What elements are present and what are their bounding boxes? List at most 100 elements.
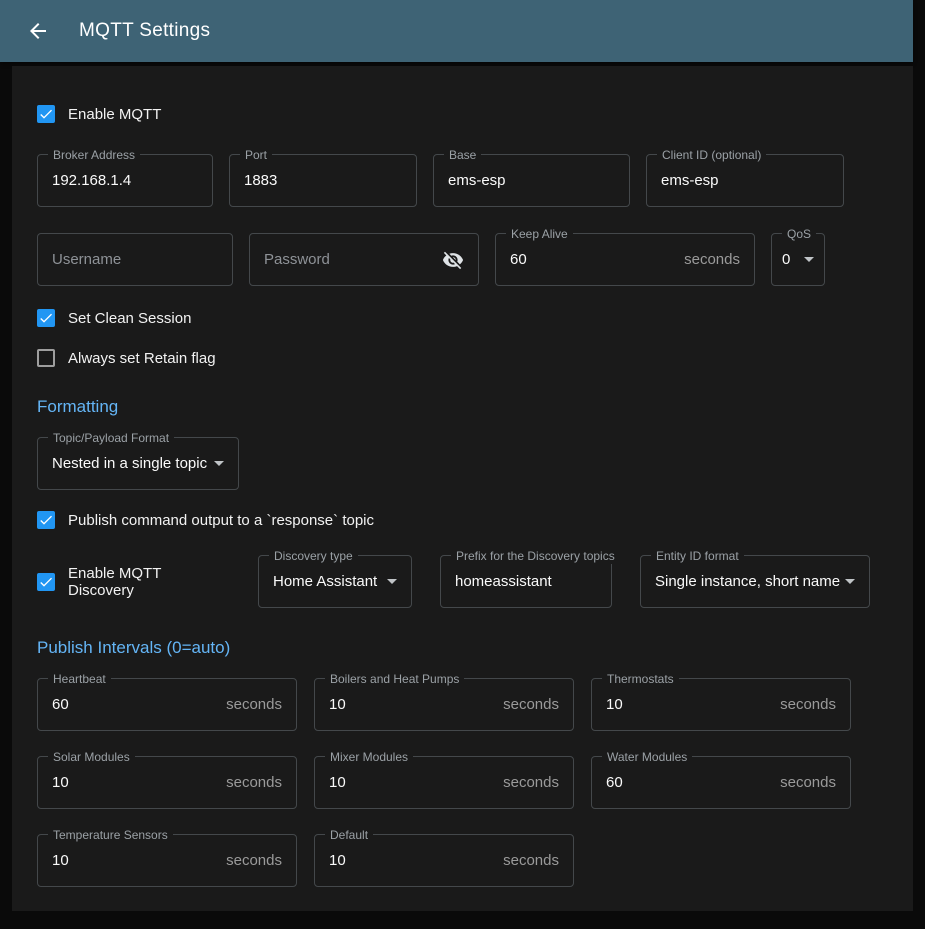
publish-response-row[interactable]: Publish command output to a `response` t… [37, 508, 888, 532]
mqtt-settings-panel: Enable MQTT Broker Address Port Base Cli… [12, 66, 913, 911]
intervals-grid: Heartbeat seconds Boilers and Heat Pumps… [37, 678, 888, 887]
publish-response-checkbox[interactable] [37, 511, 55, 529]
clean-session-label: Set Clean Session [68, 310, 191, 327]
arrow-left-icon [26, 19, 50, 43]
topic-format-label: Topic/Payload Format [48, 430, 174, 446]
check-icon [38, 106, 54, 122]
base-field: Base [433, 154, 630, 207]
discovery-enable-checkbox[interactable] [37, 573, 55, 591]
caret-down-icon [845, 579, 855, 584]
check-icon [38, 574, 54, 590]
port-label: Port [240, 147, 272, 163]
username-field [37, 233, 233, 286]
caret-down-icon [387, 579, 397, 584]
client-id-label: Client ID (optional) [657, 147, 766, 163]
password-visibility-button[interactable] [442, 249, 464, 271]
interval-suffix: seconds [503, 774, 559, 791]
interval-suffix: seconds [503, 696, 559, 713]
topic-format-select[interactable]: Topic/Payload Format Nested in a single … [37, 437, 239, 490]
back-button[interactable] [24, 17, 52, 45]
formatting-heading: Formatting [37, 396, 888, 418]
keep-alive-field: Keep Alive seconds [495, 233, 755, 286]
mixer-modules-input[interactable] [329, 774, 495, 791]
temperature-sensors-field: Temperature Sensors seconds [37, 834, 297, 887]
check-icon [38, 310, 54, 326]
boilers-label: Boilers and Heat Pumps [325, 671, 464, 687]
broker-row: Broker Address Port Base Client ID (opti… [37, 154, 888, 207]
discovery-type-label: Discovery type [269, 548, 358, 564]
qos-value: 0 [782, 251, 790, 268]
enable-mqtt-checkbox[interactable] [37, 105, 55, 123]
credentials-row: Keep Alive seconds QoS 0 [37, 233, 888, 286]
default-interval-input[interactable] [329, 852, 495, 869]
base-input[interactable] [448, 172, 615, 189]
enable-mqtt-label: Enable MQTT [68, 106, 161, 123]
boilers-input[interactable] [329, 696, 495, 713]
page-title: MQTT Settings [79, 20, 210, 42]
clean-session-row[interactable]: Set Clean Session [37, 306, 888, 330]
default-interval-label: Default [325, 827, 373, 843]
mixer-modules-label: Mixer Modules [325, 749, 413, 765]
discovery-prefix-input[interactable] [455, 573, 597, 590]
qos-label: QoS [782, 226, 816, 242]
temperature-sensors-input[interactable] [52, 852, 218, 869]
water-modules-label: Water Modules [602, 749, 692, 765]
retain-flag-row[interactable]: Always set Retain flag [37, 346, 888, 370]
interval-suffix: seconds [503, 852, 559, 869]
thermostats-input[interactable] [606, 696, 772, 713]
water-modules-input[interactable] [606, 774, 772, 791]
heartbeat-input[interactable] [52, 696, 218, 713]
discovery-row: Enable MQTT Discovery Discovery type Hom… [37, 555, 888, 608]
keep-alive-label: Keep Alive [506, 226, 573, 242]
temperature-sensors-label: Temperature Sensors [48, 827, 173, 843]
keep-alive-input[interactable] [510, 251, 676, 268]
water-modules-field: Water Modules seconds [591, 756, 851, 809]
heartbeat-label: Heartbeat [48, 671, 111, 687]
boilers-field: Boilers and Heat Pumps seconds [314, 678, 574, 731]
interval-suffix: seconds [226, 852, 282, 869]
broker-address-input[interactable] [52, 172, 198, 189]
interval-suffix: seconds [226, 696, 282, 713]
port-field: Port [229, 154, 417, 207]
discovery-type-select[interactable]: Discovery type Home Assistant [258, 555, 412, 608]
interval-suffix: seconds [780, 696, 836, 713]
solar-modules-field: Solar Modules seconds [37, 756, 297, 809]
qos-select[interactable]: QoS 0 [771, 233, 825, 286]
client-id-field: Client ID (optional) [646, 154, 844, 207]
password-input[interactable] [264, 251, 434, 268]
base-label: Base [444, 147, 481, 163]
app-bar: MQTT Settings [0, 0, 913, 62]
password-field [249, 233, 479, 286]
discovery-prefix-field: Prefix for the Discovery topics [440, 555, 612, 608]
interval-suffix: seconds [780, 774, 836, 791]
solar-modules-label: Solar Modules [48, 749, 135, 765]
heartbeat-field: Heartbeat seconds [37, 678, 297, 731]
publish-response-label: Publish command output to a `response` t… [68, 512, 374, 529]
enable-mqtt-row[interactable]: Enable MQTT [37, 102, 888, 126]
thermostats-field: Thermostats seconds [591, 678, 851, 731]
discovery-type-value: Home Assistant [273, 573, 377, 590]
eye-off-icon [442, 249, 464, 271]
caret-down-icon [214, 461, 224, 466]
solar-modules-input[interactable] [52, 774, 218, 791]
retain-flag-checkbox[interactable] [37, 349, 55, 367]
port-input[interactable] [244, 172, 402, 189]
clean-session-checkbox[interactable] [37, 309, 55, 327]
broker-address-field: Broker Address [37, 154, 213, 207]
entity-id-format-value: Single instance, short name [655, 573, 840, 590]
caret-down-icon [804, 257, 814, 262]
default-interval-field: Default seconds [314, 834, 574, 887]
discovery-enable-row[interactable]: Enable MQTT Discovery [37, 570, 230, 594]
mixer-modules-field: Mixer Modules seconds [314, 756, 574, 809]
broker-address-label: Broker Address [48, 147, 140, 163]
topic-format-value: Nested in a single topic [52, 455, 207, 472]
entity-id-format-label: Entity ID format [651, 548, 744, 564]
entity-id-format-select[interactable]: Entity ID format Single instance, short … [640, 555, 870, 608]
retain-flag-label: Always set Retain flag [68, 350, 216, 367]
discovery-prefix-label: Prefix for the Discovery topics [451, 548, 620, 564]
username-input[interactable] [52, 251, 218, 268]
thermostats-label: Thermostats [602, 671, 679, 687]
client-id-input[interactable] [661, 172, 829, 189]
discovery-enable-label: Enable MQTT Discovery [68, 565, 230, 599]
check-icon [38, 512, 54, 528]
